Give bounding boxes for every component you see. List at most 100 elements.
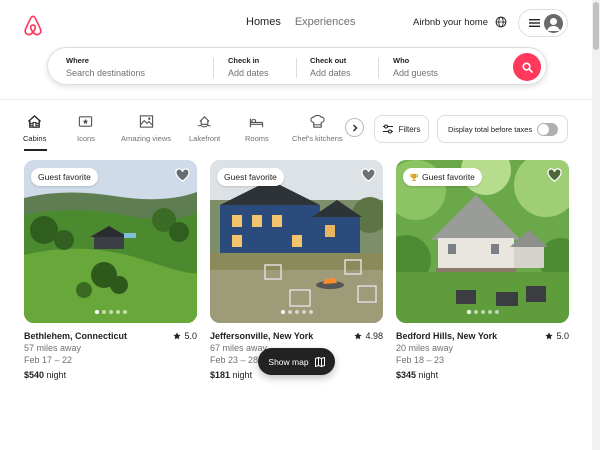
lakefront-icon [197, 116, 212, 128]
listing-rating: 5.0 [545, 331, 569, 341]
price-unit: night [418, 370, 439, 380]
category-label: Icons [77, 134, 95, 143]
listing-card[interactable]: Guest favorite Bethlehem, Connecticut 5.… [24, 160, 197, 380]
user-menu-button[interactable] [518, 9, 568, 37]
listing-photo[interactable]: Guest favorite [24, 160, 197, 323]
category-label: Rooms [245, 134, 269, 143]
icons-icon [79, 116, 93, 127]
heart-icon[interactable] [175, 168, 190, 182]
chevron-right-icon [352, 124, 357, 131]
listing-photo[interactable]: Guest favorite [396, 160, 569, 323]
amazing-views-icon [139, 115, 153, 128]
listing-card[interactable]: Guest favorite Jeffersonville, New York … [210, 160, 383, 380]
listing-rating: 4.98 [354, 331, 383, 341]
listing-title: Bedford Hills, New York [396, 331, 498, 341]
search-checkin-field[interactable]: Check in Add dates [228, 56, 269, 78]
who-label: Who [393, 56, 410, 65]
rating-value: 5.0 [556, 331, 569, 341]
scrollbar-thumb[interactable] [593, 2, 599, 50]
page-scrollbar[interactable] [592, 0, 600, 450]
hamburger-menu-icon [529, 19, 540, 27]
search-bar: Where Search destinations Check in Add d… [47, 47, 547, 85]
checkin-placeholder: Add dates [228, 68, 269, 78]
filters-label: Filters [398, 124, 421, 134]
rating-value: 4.98 [365, 331, 383, 341]
tax-label: Display total before taxes [448, 124, 533, 134]
chefs-kitchen-icon [310, 114, 325, 128]
filters-icon [382, 124, 393, 134]
badge-label: Guest favorite [422, 172, 475, 182]
category-cabins[interactable]: Cabins [23, 114, 46, 143]
search-who-field[interactable]: Who Add guests [393, 56, 438, 78]
category-scroll-right-button[interactable] [345, 118, 364, 137]
guest-favorite-badge: Guest favorite [31, 168, 98, 186]
photo-pagination-dots [210, 310, 383, 314]
price-value: $181 [210, 370, 231, 380]
airbnb-your-home-link[interactable]: Airbnb your home [413, 17, 488, 28]
photo-pagination-dots [24, 310, 197, 314]
divider [296, 58, 297, 78]
divider [378, 58, 379, 78]
nav-experiences[interactable]: Experiences [295, 16, 356, 28]
badge-label: Guest favorite [224, 172, 277, 182]
category-label: Amazing views [121, 134, 172, 143]
guest-favorite-badge: Guest favorite [217, 168, 284, 186]
checkin-label: Check in [228, 56, 260, 65]
star-icon [354, 332, 363, 340]
listing-distance: 57 miles away [24, 343, 82, 353]
checkout-placeholder: Add dates [310, 68, 351, 78]
display-total-toggle[interactable] [537, 122, 559, 136]
cabin-icon [28, 114, 42, 128]
top-nav: Homes Experiences [246, 16, 355, 28]
show-map-label: Show map [268, 356, 309, 367]
listing-dates: Feb 18 – 23 [396, 355, 445, 365]
category-chefs-kitchens[interactable]: Chef's kitchens [292, 114, 343, 143]
badge-label: Guest favorite [38, 172, 91, 182]
category-label: Cabins [23, 134, 47, 143]
star-icon [173, 332, 182, 340]
category-amazing-views[interactable]: Amazing views [121, 114, 171, 143]
avatar [544, 13, 563, 33]
map-icon [314, 356, 325, 367]
photo-pagination-dots [396, 310, 569, 314]
divider [213, 58, 214, 78]
header: Homes Experiences Airbnb your home Where… [0, 0, 600, 100]
heart-icon[interactable] [547, 168, 562, 182]
active-category-underline [24, 149, 47, 151]
listing-title: Jeffersonville, New York [210, 331, 314, 341]
category-lakefront[interactable]: Lakefront [189, 114, 220, 143]
trophy-icon [410, 173, 418, 181]
globe-icon[interactable] [495, 16, 507, 28]
search-button[interactable] [513, 53, 541, 81]
category-icons[interactable]: Icons [77, 114, 95, 143]
listing-title: Bethlehem, Connecticut [24, 331, 128, 341]
listing-price: $540 night [24, 370, 197, 380]
listing-card[interactable]: Guest favorite Bedford Hills, New York 5… [396, 160, 569, 380]
airbnb-logo-icon[interactable] [22, 12, 44, 36]
rating-value: 5.0 [184, 331, 197, 341]
nav-homes[interactable]: Homes [246, 16, 281, 28]
checkout-label: Check out [310, 56, 347, 65]
search-where-field[interactable]: Where Search destinations [66, 56, 145, 78]
search-checkout-field[interactable]: Check out Add dates [310, 56, 351, 78]
category-rooms[interactable]: Rooms [245, 114, 269, 143]
price-value: $540 [24, 370, 45, 380]
price-unit: night [232, 370, 253, 380]
rooms-icon [250, 118, 264, 128]
heart-icon[interactable] [361, 168, 376, 182]
show-map-button[interactable]: Show map [258, 348, 335, 375]
where-placeholder: Search destinations [66, 68, 146, 78]
display-total-toggle-container[interactable]: Display total before taxes [437, 115, 568, 143]
category-label: Chef's kitchens [292, 134, 343, 143]
where-label: Where [66, 56, 89, 65]
listing-price: $345 night [396, 370, 569, 380]
filters-button[interactable]: Filters [374, 115, 429, 143]
star-icon [545, 332, 554, 340]
guest-favorite-badge: Guest favorite [403, 168, 482, 186]
listing-dates: Feb 17 – 22 [24, 355, 73, 365]
listing-photo[interactable]: Guest favorite [210, 160, 383, 323]
search-icon [521, 61, 533, 73]
listing-distance: 20 miles away [396, 343, 454, 353]
who-placeholder: Add guests [393, 68, 439, 78]
price-value: $345 [396, 370, 417, 380]
